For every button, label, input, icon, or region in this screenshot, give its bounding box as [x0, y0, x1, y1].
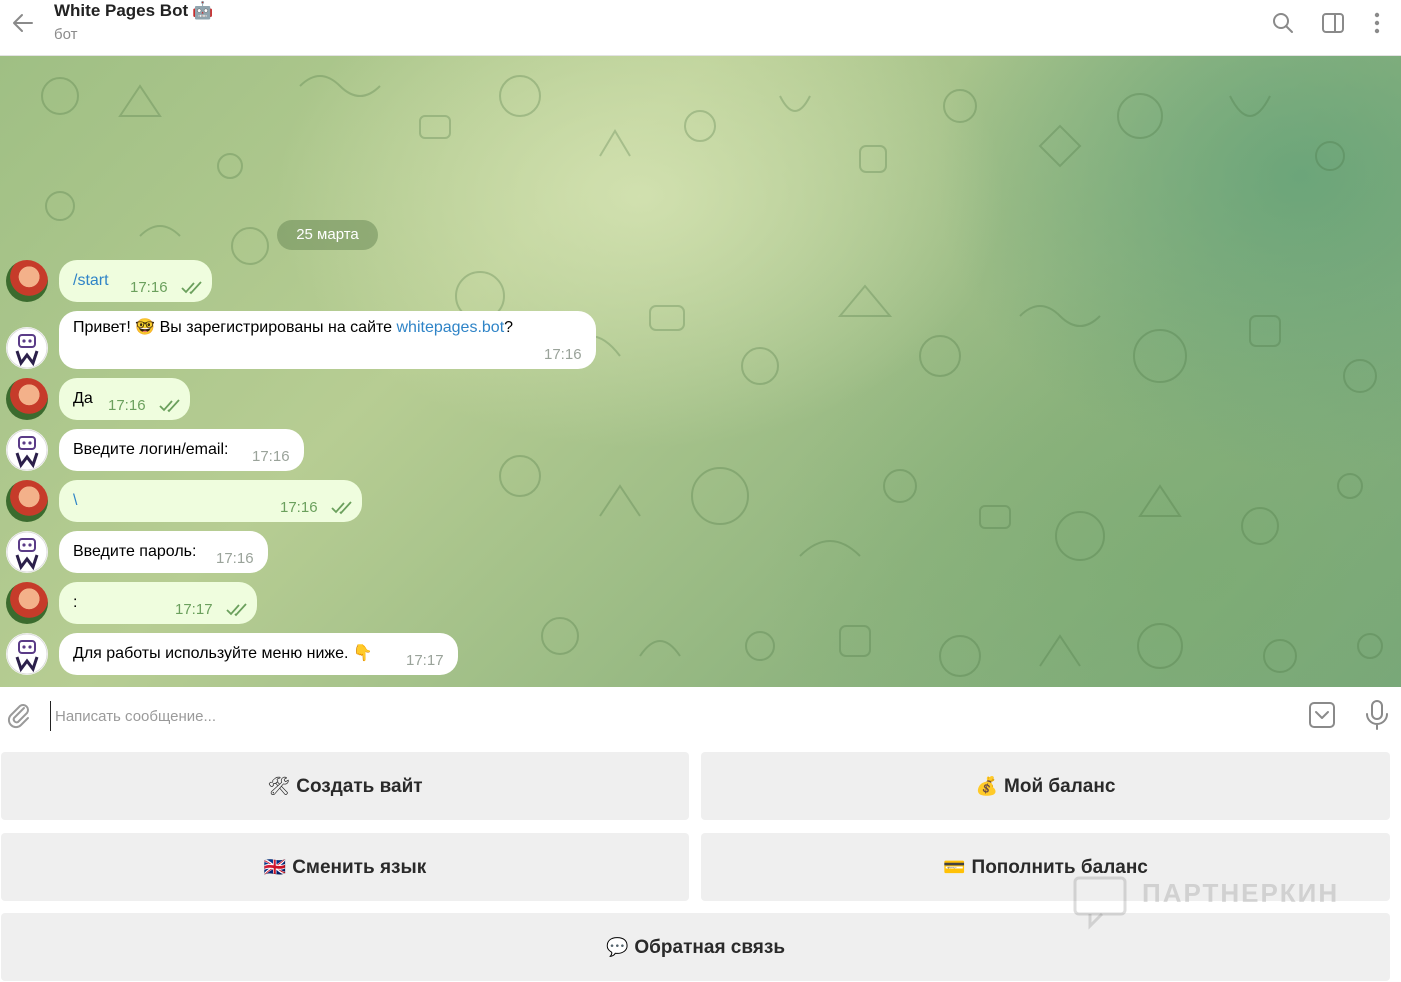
user-avatar[interactable] — [6, 582, 48, 624]
paperclip-icon[interactable] — [6, 701, 32, 729]
bot-avatar[interactable] — [6, 633, 48, 675]
create-site-button[interactable]: 🛠 Создать вайт — [1, 752, 689, 820]
more-vertical-icon[interactable] — [1364, 10, 1390, 36]
message-link[interactable]: whitepages.bot — [397, 319, 505, 336]
speech-bubble-icon: 💬 — [605, 937, 629, 957]
credit-card-icon: 💳 — [943, 857, 966, 877]
message-text: Введите логин/email: — [73, 441, 229, 458]
bot-logo-icon — [6, 633, 48, 675]
chat-title[interactable]: White Pages Bot 🤖 — [54, 1, 213, 21]
button-label: Обратная связь — [634, 937, 786, 958]
message-bubble-incoming[interactable]: Введите пароль: 17:16 — [59, 531, 268, 573]
message-text[interactable]: /start — [73, 260, 109, 302]
message-input[interactable] — [50, 701, 1257, 731]
message-bubble-incoming[interactable]: Введите логин/email: 17:16 — [59, 429, 304, 471]
bot-logo-icon — [6, 327, 48, 369]
button-label: Сменить язык — [292, 857, 427, 878]
message-text: Для работы используйте меню ниже. 👇 — [73, 645, 373, 662]
message-text: Введите пароль: — [73, 543, 197, 560]
message-time: 17:17 — [406, 652, 444, 669]
search-icon[interactable] — [1270, 10, 1296, 36]
message-time: 17:16 — [252, 448, 290, 465]
message-bubble-outgoing[interactable]: \ 17:16 — [59, 480, 362, 522]
user-avatar[interactable] — [6, 480, 48, 522]
message-time: 17:16 — [280, 499, 318, 516]
chat-subtitle: бот — [54, 26, 78, 43]
button-label: Создать вайт — [296, 776, 423, 797]
message-time: 17:16 — [216, 550, 254, 567]
date-separator: 25 марта — [277, 220, 378, 250]
user-avatar[interactable] — [6, 378, 48, 420]
message-text[interactable]: \ — [73, 480, 77, 522]
top-up-balance-button[interactable]: 💳 Пополнить баланс — [701, 833, 1390, 901]
message-time: 17:16 — [130, 279, 168, 296]
chat-area[interactable]: 25 марта /start 17:16 Привет! 🤓 Вы зарег… — [0, 56, 1401, 687]
double-check-icon — [159, 399, 180, 413]
message-time: 17:16 — [108, 397, 146, 414]
bot-avatar[interactable] — [6, 531, 48, 573]
message-time: 17:17 — [175, 601, 213, 618]
message-bubble-outgoing[interactable]: Да 17:16 — [59, 378, 190, 420]
robot-icon: 🤖 — [192, 1, 214, 20]
chat-header: White Pages Bot 🤖 бот — [0, 0, 1401, 56]
message-text: : — [73, 594, 78, 611]
tools-icon: 🛠 — [267, 776, 291, 796]
bot-logo-icon — [6, 531, 48, 573]
double-check-icon — [331, 501, 352, 515]
bot-keyboard-toggle-icon[interactable] — [1308, 701, 1336, 729]
double-check-icon — [181, 281, 202, 295]
message-bubble-outgoing[interactable]: : 17:17 — [59, 582, 257, 624]
change-language-button[interactable]: 🇬🇧 Сменить язык — [1, 833, 689, 901]
message-bubble-outgoing[interactable]: /start 17:16 — [59, 260, 212, 302]
sidebar-toggle-icon[interactable] — [1320, 10, 1346, 36]
message-composer — [0, 687, 1401, 743]
my-balance-button[interactable]: 💰 Мой баланс — [701, 752, 1390, 820]
button-label: Мой баланс — [1004, 776, 1116, 797]
message-time: 17:16 — [544, 346, 582, 363]
chat-title-text: White Pages Bot — [54, 1, 189, 20]
message-text: Да — [73, 390, 93, 407]
uk-flag-icon: 🇬🇧 — [263, 857, 287, 877]
microphone-icon[interactable] — [1364, 699, 1390, 731]
back-arrow-icon[interactable] — [10, 10, 36, 36]
feedback-button[interactable]: 💬 Обратная связь — [1, 913, 1390, 981]
bot-logo-icon — [6, 429, 48, 471]
message-bubble-incoming[interactable]: Привет! 🤓 Вы зарегистрированы на сайте w… — [59, 311, 596, 369]
bot-avatar[interactable] — [6, 327, 48, 369]
message-text: Привет! 🤓 Вы зарегистрированы на сайте w… — [73, 319, 514, 336]
user-avatar[interactable] — [6, 260, 48, 302]
bot-avatar[interactable] — [6, 429, 48, 471]
money-bag-icon: 💰 — [975, 776, 999, 796]
double-check-icon — [226, 603, 247, 617]
button-label: Пополнить баланс — [971, 857, 1148, 878]
message-bubble-incoming[interactable]: Для работы используйте меню ниже. 👇 17:1… — [59, 633, 458, 675]
